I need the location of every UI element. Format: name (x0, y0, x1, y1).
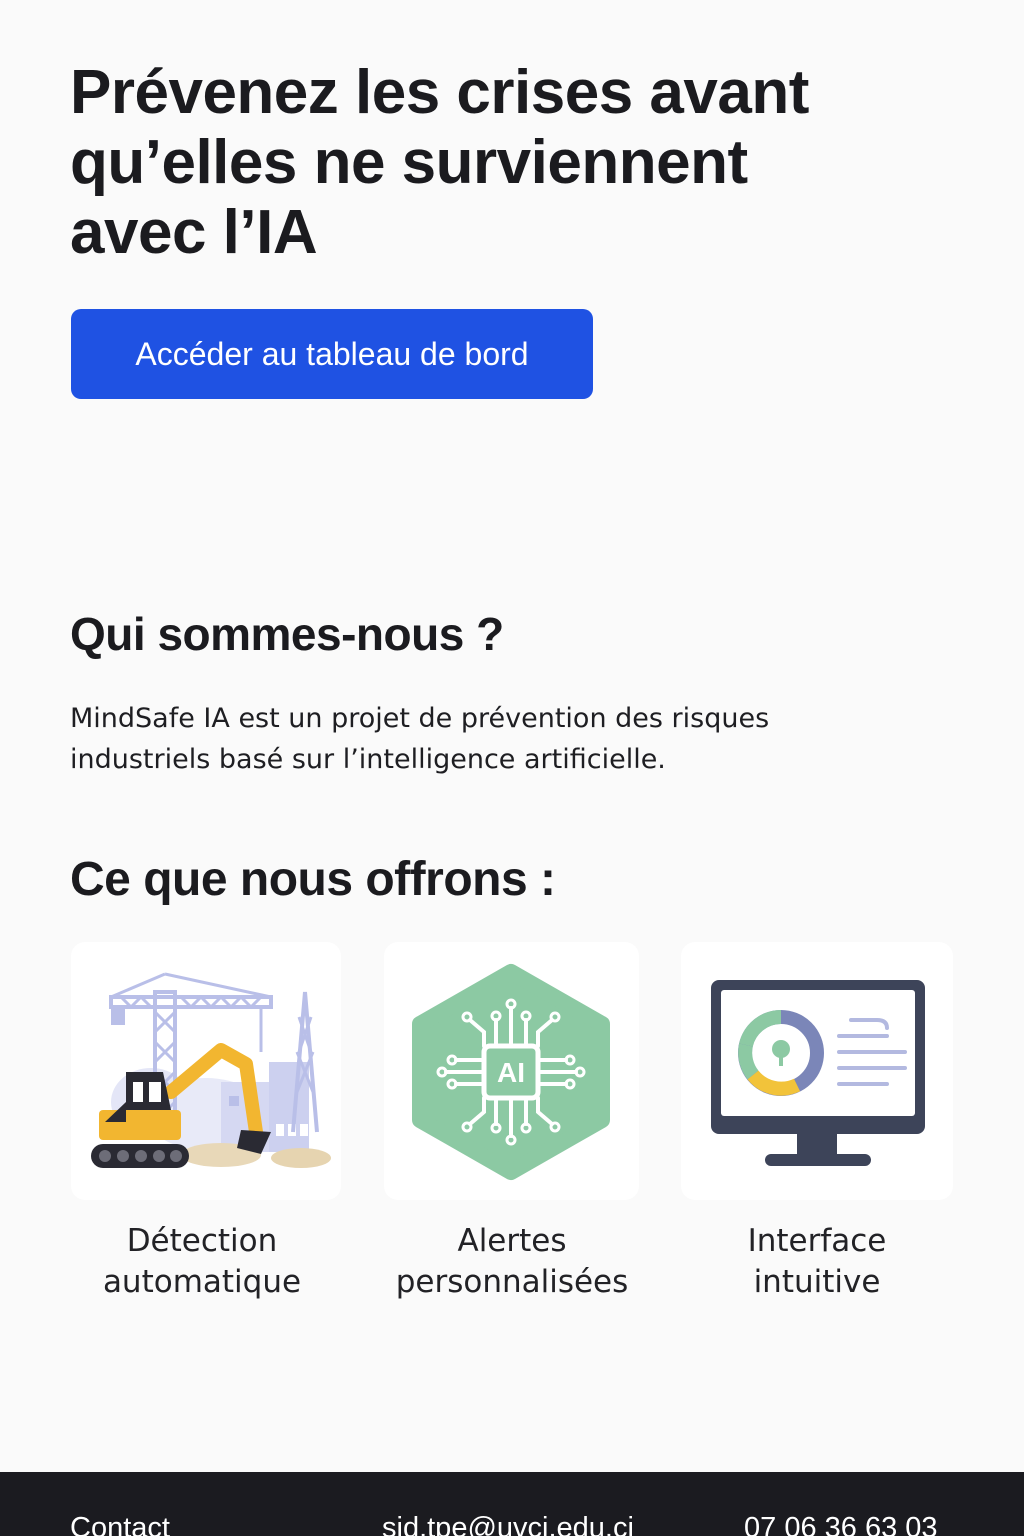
ai-chip-label: AI (497, 1057, 525, 1088)
feature-label-line2: personnalisées (395, 1264, 629, 1300)
feature-label-detection: Détection automatique (71, 1221, 333, 1303)
about-title: Qui sommes-nous ? (70, 608, 504, 660)
landing-page: Prévenez les crises avant qu’elles ne su… (0, 0, 1024, 1536)
footer: Contact sid.tpe@uvci.edu.ci 07 06 36 63 … (0, 1472, 1024, 1536)
feature-card-interface (681, 942, 953, 1200)
feature-card-alerts: AI (384, 942, 639, 1200)
feature-label-interface: Interface intuitive (681, 1221, 953, 1303)
ai-chip-icon: AI (412, 964, 610, 1180)
offers-title: Ce que nous offrons : (70, 853, 556, 906)
footer-phone-link[interactable]: 07 06 36 63 03 (744, 1510, 938, 1536)
dashboard-button[interactable]: Accéder au tableau de bord (71, 309, 593, 399)
hero-title: Prévenez les crises avant qu’elles ne su… (70, 58, 809, 267)
monitor-dashboard-icon (711, 980, 925, 1166)
feature-label-line2: intuitive (753, 1264, 881, 1300)
feature-label-line1: Alertes (457, 1223, 567, 1259)
excavator-crane-illustration (91, 972, 331, 1168)
footer-contact-label: Contact (70, 1512, 170, 1536)
feature-label-line1: Détection (126, 1223, 278, 1259)
feature-label-line1: Interface (747, 1223, 887, 1259)
feature-card-detection (71, 942, 341, 1200)
feature-label-alerts: Alertes personnalisées (372, 1221, 652, 1303)
about-description: MindSafe IA est un projet de prévention … (70, 703, 770, 775)
footer-email-link[interactable]: sid.tpe@uvci.edu.ci (382, 1510, 634, 1536)
feature-label-line2: automatique (102, 1264, 302, 1300)
